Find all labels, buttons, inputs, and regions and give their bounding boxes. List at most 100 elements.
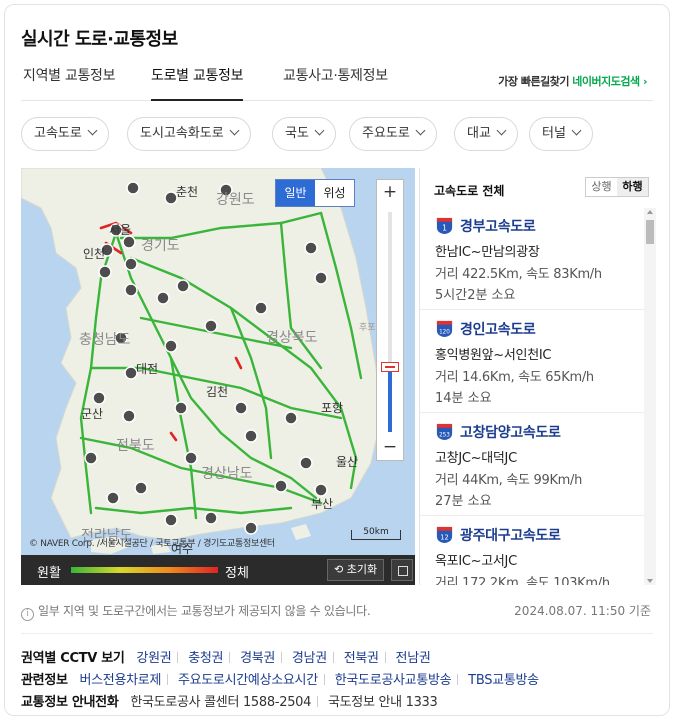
direction-down-button[interactable]: 하행 (617, 178, 648, 196)
link-separator (229, 652, 231, 663)
label-hupo: 후포 (359, 322, 376, 333)
map-scale: 50km (351, 528, 401, 540)
label-chuncheon: 춘천 (176, 184, 198, 199)
related-link-tbs[interactable]: TBS교통방송 (468, 673, 539, 688)
info-icon: i (21, 608, 34, 621)
related-link-bus-lane[interactable]: 버스전용차로제 (79, 673, 161, 688)
fullscreen-icon[interactable] (391, 559, 413, 581)
chevron-down-icon (415, 125, 426, 136)
map-reset-label: 초기화 (346, 563, 378, 576)
route-list-scrollbar[interactable] (644, 208, 656, 585)
related-link-travel-time[interactable]: 주요도로시간예상소요시간 (178, 673, 318, 688)
filter-tunnel[interactable]: 터널 (529, 117, 593, 151)
zoom-out-button[interactable]: − (377, 435, 403, 461)
route-item[interactable]: 12 광주대구고속도로 옥포IC~고서JC 거리 172.2Km, 속도 103… (420, 517, 644, 585)
chevron-down-icon (314, 125, 325, 136)
zoom-level-fill (388, 366, 392, 432)
route-name: 경인고속도로 (460, 322, 536, 338)
filter-expressway[interactable]: 고속도로 (21, 117, 109, 151)
page-title: 실시간 도로·교통정보 (21, 29, 178, 50)
refresh-icon: ⟲ (334, 563, 347, 576)
route-list-header: 고속도로 전체 상행 하행 (420, 168, 657, 204)
map-type-toggle: 일반 위성 (275, 179, 355, 207)
route-time: 14분 소요 (435, 391, 492, 406)
label-chungnam: 충청남도 (79, 332, 131, 348)
route-name: 고창담양고속도로 (460, 425, 561, 441)
route-name: 광주대구고속도로 (460, 528, 561, 544)
route-stats: 거리 172.2Km, 속도 103Km/h (435, 576, 610, 585)
label-daejeon: 대전 (136, 362, 158, 376)
scroll-up-icon[interactable] (647, 210, 653, 214)
route-stats: 거리 422.5Km, 속도 83Km/h (435, 267, 602, 282)
label-gangwon: 강원도 (216, 192, 255, 208)
cctv-link-jeonnam[interactable]: 전남권 (396, 651, 431, 666)
route-shield-number: 1 (442, 223, 447, 232)
scroll-down-icon[interactable] (647, 579, 653, 583)
route-item[interactable]: 120 경인고속도로 홍익병원앞~서인천IC 거리 14.6Km, 속도 65K… (420, 311, 644, 413)
notice-message: 일부 지역 및 도로구간에서는 교통정보가 제공되지 않을 수 있습니다. (38, 604, 371, 618)
route-shield-icon: 253 (436, 423, 453, 441)
map-copyright: © NAVER Corp. /서울시설공단 / 국토교통부 / 경기도교통정보센… (29, 539, 275, 549)
filter-tunnel-label: 터널 (542, 126, 566, 141)
related-label: 관련정보 (21, 673, 68, 688)
island-geoje (291, 524, 311, 540)
link-separator (167, 674, 169, 685)
route-segment: 고창JC~대덕JC (435, 451, 517, 466)
map-type-satellite-button[interactable]: 위성 (315, 180, 354, 206)
chevron-down-icon (229, 125, 240, 136)
phone-label: 교통정보 안내전화 (21, 695, 119, 710)
map-reset-button[interactable]: ⟲ 초기화 (327, 559, 385, 581)
tab-region[interactable]: 지역별 교통정보 (23, 65, 116, 101)
zoom-in-button[interactable]: + (377, 180, 403, 206)
phone-national-road: 국도정보 안내 1333 (327, 695, 438, 710)
route-shield-number: 12 (440, 533, 448, 541)
tab-road[interactable]: 도로별 교통정보 (151, 65, 244, 101)
phone-row: 교통정보 안내전화 한국도로공사 콜센터 1588-2504 국도정보 안내 1… (21, 691, 438, 710)
route-segment: 옥포IC~고서JC (435, 554, 517, 569)
filter-main-road-label: 주요도로 (362, 126, 410, 141)
cctv-link-gyeongbuk[interactable]: 경북권 (240, 651, 275, 666)
route-stats: 거리 44Km, 속도 99Km/h (435, 473, 583, 488)
related-link-ex-broadcast[interactable]: 한국도로공사교통방송 (335, 673, 452, 688)
route-time: 5시간2분 소요 (435, 288, 516, 303)
filter-urban-expressway-label: 도시고속화도로 (140, 126, 224, 141)
link-separator (323, 674, 325, 685)
map-type-normal-button[interactable]: 일반 (276, 180, 315, 206)
tab-accident[interactable]: 교통사고·통제정보 (283, 65, 388, 101)
cctv-link-gangwon[interactable]: 강원권 (136, 651, 171, 666)
link-separator (384, 652, 386, 663)
direction-up-button[interactable]: 상행 (586, 178, 617, 196)
update-timestamp: 2024.08.07. 11:50 기준 (514, 604, 651, 618)
label-seoul: 서울 (109, 223, 131, 237)
legend-gradient (71, 567, 218, 573)
cctv-link-chungcheong[interactable]: 충청권 (188, 651, 223, 666)
label-incheon: 인천 (83, 246, 105, 261)
nav-link-label: 네이버지도검색 › (572, 75, 647, 88)
route-item[interactable]: 1 경부고속도로 한남IC~만남의광장 거리 422.5Km, 속도 83Km/… (420, 208, 644, 310)
label-busan: 부산 (311, 497, 333, 511)
filter-national-road[interactable]: 국도 (272, 117, 336, 151)
label-gyeongbuk: 경상북도 (266, 330, 318, 346)
label-gimcheon: 김천 (206, 384, 228, 399)
link-separator (332, 652, 334, 663)
filter-bridge-label: 대교 (467, 126, 491, 141)
naver-map-link[interactable]: 가장 빠른길찾기 네이버지도검색 › (498, 73, 647, 89)
cctv-link-jeonbuk[interactable]: 전북권 (344, 651, 379, 666)
scroll-thumb[interactable] (646, 220, 654, 244)
zoom-slider-handle[interactable] (381, 362, 399, 372)
filter-bridge[interactable]: 대교 (454, 117, 518, 151)
filter-main-road[interactable]: 주요도로 (349, 117, 437, 151)
label-gyeonggi: 경기도 (141, 238, 180, 254)
traffic-map[interactable]: 춘천 강원도 서울 인천 경기도 충청남도 경상북도 대전 김천 포항 군산 전… (21, 168, 415, 555)
zoom-control: + − (376, 179, 404, 461)
route-item[interactable]: 253 고창담양고속도로 고창JC~대덕JC 거리 44Km, 속도 99Km/… (420, 414, 644, 516)
cctv-link-gyeongnam[interactable]: 경남권 (292, 651, 327, 666)
route-segment: 홍익병원앞~서인천IC (435, 348, 552, 363)
related-links-row: 관련정보 버스전용차로제 주요도로시간예상소요시간 한국도로공사교통방송 TBS… (21, 669, 539, 688)
route-shield-number: 120 (439, 329, 450, 335)
map-canvas[interactable]: 춘천 강원도 서울 인천 경기도 충청남도 경상북도 대전 김천 포항 군산 전… (21, 168, 415, 555)
label-jeonbuk: 전북도 (116, 438, 155, 454)
legend-smooth-label: 원활 (37, 566, 61, 581)
chevron-down-icon (87, 125, 98, 136)
filter-urban-expressway[interactable]: 도시고속화도로 (127, 117, 251, 151)
